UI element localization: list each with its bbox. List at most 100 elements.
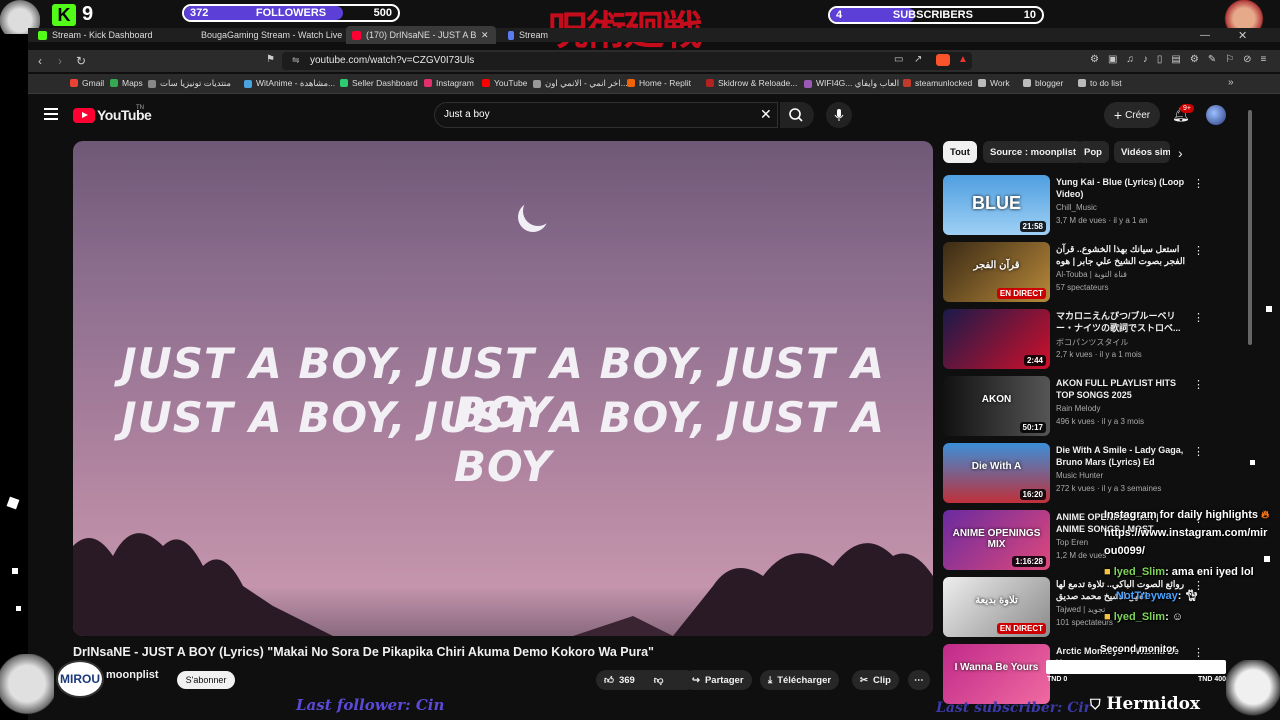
bookmark-label: Maps [122,78,143,88]
window-minimize-icon[interactable]: — [1200,30,1210,41]
share-icon[interactable]: ↗ [914,54,922,65]
search-button[interactable] [780,102,814,128]
menu-icon[interactable] [44,108,58,123]
more-options-icon[interactable]: ⋮ [1193,177,1204,190]
recommendation-title[interactable]: AKON FULL PLAYLIST HITS TOP SONGS 2025 [1056,377,1188,401]
lyric-line-2: JUST A BOY, JUST A BOY, JUST A BOY [121,393,885,491]
more-options-icon[interactable]: ⋮ [1193,378,1204,391]
bookmark-item[interactable]: to do list [1078,78,1122,88]
video-thumbnail[interactable]: قرآن الفجر EN DIRECT [943,242,1050,302]
video-thumbnail[interactable]: I Wanna Be Yours [943,644,1050,704]
clip-button[interactable]: ✂ Clip [852,670,899,690]
recommendation-item[interactable]: Die With A 16:20 Die With A Smile - Lady G… [943,443,1243,505]
bookmark-item[interactable]: Skidrow & Reloade... [706,78,797,88]
recommendation-item[interactable]: BLUE 21:58 Yung Kai - Blue (Lyrics) (Loop … [943,175,1243,237]
bookmark-item[interactable]: blogger [1023,78,1063,88]
chip-pop[interactable]: Pop [1077,141,1109,163]
bookmark-item[interactable]: Instagram [424,78,474,88]
chip-source[interactable]: Source : moonplist [983,141,1084,163]
forward-icon[interactable]: › [58,54,62,68]
bookmark-item[interactable]: اخر انمي - الانمي اون... [533,78,628,89]
window-close-icon[interactable]: ✕ [1238,29,1247,42]
fire-icon: 🔥︎ [1261,509,1270,521]
chips-next-icon[interactable]: › [1178,145,1183,161]
recommendation-title[interactable]: استعل سيانك بهذا الخشوع.. قرآن الفجر بصو… [1056,243,1188,267]
bookmark-icon[interactable]: ⚑ [266,54,275,65]
video-thumbnail[interactable]: 2:44 [943,309,1050,369]
chat-instagram-url2: ou0099/ [1104,545,1145,557]
url-text: youtube.com/watch?v=CZGV0I73Uls [310,55,475,66]
more-options-icon[interactable]: ⋮ [1193,445,1204,458]
create-button[interactable]: + Créer [1104,102,1160,128]
video-thumbnail[interactable]: Die With A 16:20 [943,443,1050,503]
like-icon[interactable]: 👍︎ [604,674,614,686]
download-button[interactable]: ⤓ Télécharger [760,670,840,690]
channel-name[interactable]: moonplist [106,669,159,681]
bookmark-item[interactable]: YouTube [482,78,527,88]
bookmark-item[interactable]: Gmail [70,78,104,88]
subscribe-button[interactable]: S'abonner [177,671,235,689]
bookmark-item[interactable]: steamunlocked [903,78,972,88]
bookmark-item[interactable]: WitAnime - مشاهدة... [244,78,335,89]
video-thumbnail[interactable]: AKON 50:17 [943,376,1050,436]
recommendation-channel[interactable]: Top Eren [1056,538,1088,547]
brave-shield-icon[interactable] [936,54,950,66]
bookmark-item[interactable]: منتديات تونيزيا سات [148,78,231,89]
youtube-logo-icon[interactable] [73,108,95,123]
more-actions-button[interactable]: ⋯ [908,670,930,690]
site-info-icon[interactable]: ⇋ [292,55,300,66]
recommendation-title[interactable]: Yung Kai - Blue (Lyrics) (Loop Video) [1056,176,1188,200]
chat-badge-icon: ■ [1104,566,1111,578]
tab-kick-dashboard[interactable]: Stream - Kick Dashboard [38,26,186,44]
recommendation-channel[interactable]: Music Hunter [1056,471,1103,480]
duration-badge: 21:58 [1019,221,1046,232]
recommendation-item[interactable]: تلاوة بديعة EN DIRECT روائع الصوت الباكي..… [943,577,1243,639]
more-bookmarks-icon[interactable]: » [1228,77,1234,88]
recommendation-channel[interactable]: Rain Melody [1056,404,1100,413]
pip-icon[interactable]: ▭ [894,54,903,65]
more-options-icon[interactable]: ⋮ [1193,646,1204,659]
recommendation-item[interactable]: 2:44 マカロニえんぴつ/ブルーベリー・ナイツの歌詞でストロベ... ボコパンツス… [943,309,1243,371]
voice-search-button[interactable] [826,102,852,128]
more-options-icon[interactable]: ⋮ [1193,244,1204,257]
recommendation-item[interactable]: AKON 50:17 AKON FULL PLAYLIST HITS TOP SON… [943,376,1243,438]
rewards-icon[interactable]: ▲ [958,54,968,65]
recommendation-channel[interactable]: Chill_Music [1056,203,1097,212]
recommendation-channel[interactable]: ボコパンツスタイル [1056,337,1128,348]
video-thumbnail[interactable]: تلاوة بديعة EN DIRECT [943,577,1050,637]
recommendation-title[interactable]: マカロニえんぴつ/ブルーベリー・ナイツの歌詞でストロベ... [1056,310,1188,334]
page-scrollbar[interactable] [1248,110,1252,345]
scissors-icon: ✂ [860,674,868,686]
chip-similar[interactable]: Vidéos sim [1114,141,1170,163]
chat-instagram-url: https://www.instagram.com/mir [1104,527,1268,539]
bookmark-item[interactable]: Seller Dashboard [340,78,418,88]
bookmark-item[interactable]: Home - Replit [627,78,691,88]
bookmark-item[interactable]: Maps [110,78,143,88]
video-player[interactable]: JUST A BOY, JUST A BOY, JUST A BOY JUST … [73,141,933,636]
subscribers-label: SUBSCRIBERS [892,9,973,21]
video-thumbnail[interactable]: BLUE 21:58 [943,175,1050,235]
dislike-icon[interactable]: 👎︎ [654,674,664,686]
recommendation-channel[interactable]: Tajwed | تجويد [1056,605,1105,614]
account-avatar[interactable] [1206,105,1226,125]
recommendation-channel[interactable]: Al-Touba | قناة التوبة [1056,270,1127,279]
extensions-icons[interactable]: ⚙▣♫♪▯▤⚙✎⚐⊘≡ [1090,54,1275,65]
more-options-icon[interactable]: ⋮ [1193,311,1204,324]
back-icon[interactable]: ‹ [38,54,42,68]
bookmark-item[interactable]: WIFI4G... العاب وايفاي [804,78,899,89]
video-thumbnail[interactable]: ANIME OPENINGS MIX 1:16:28 [943,510,1050,570]
share-button[interactable]: ↪ Partager [684,670,752,690]
reload-icon[interactable]: ↻ [76,54,86,68]
like-count[interactable]: 369 [619,675,635,686]
tab-stream[interactable]: Stream [508,26,548,44]
tab-bougagaming[interactable]: BougaGaming Stream - Watch Live o [196,26,344,44]
tab-youtube-active[interactable]: (170) DrINsaNE - JUST A BOY ✕ [346,26,496,44]
close-tab-icon[interactable]: ✕ [481,30,489,41]
bookmark-item[interactable]: Work [978,78,1010,88]
chip-all[interactable]: Tout [943,141,977,163]
channel-avatar[interactable]: MIROU [56,660,104,698]
thumbnail-text: تلاوة بديعة [975,595,1018,606]
recommendation-item[interactable]: قرآن الفجر EN DIRECT استعل سيانك بهذا الخش… [943,242,1243,304]
recommendation-title[interactable]: Die With A Smile - Lady Gaga, Bruno Mars… [1056,444,1188,468]
clear-search-icon[interactable]: ✕ [760,106,772,123]
